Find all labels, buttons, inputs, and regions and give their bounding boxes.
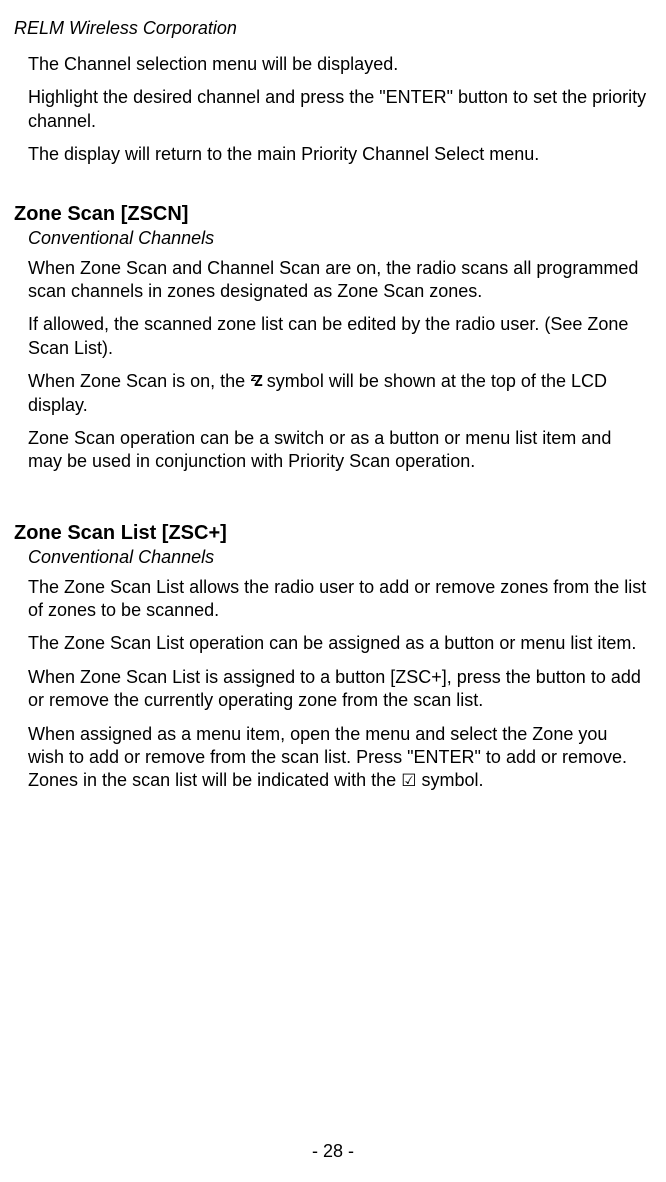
- zone-scan-p3a: When Zone Scan is on, the: [28, 371, 250, 391]
- zone-scan-list-p4a: When assigned as a menu item, open the m…: [28, 724, 627, 791]
- zone-scan-p3: When Zone Scan is on, the zZ symbol will…: [28, 370, 648, 417]
- page: RELM Wireless Corporation The Channel se…: [0, 0, 666, 1182]
- zone-scan-heading: Zone Scan [ZSCN]: [14, 203, 648, 226]
- intro-p1: The Channel selection menu will be displ…: [28, 53, 648, 76]
- checkbox-icon: ☑: [401, 771, 416, 790]
- zone-scan-sub: Conventional Channels: [28, 228, 648, 249]
- zone-scan-list-p3: When Zone Scan List is assigned to a but…: [28, 666, 648, 713]
- intro-p3: The display will return to the main Prio…: [28, 143, 648, 166]
- page-number: - 28 -: [0, 1141, 666, 1162]
- zone-scan-p1: When Zone Scan and Channel Scan are on, …: [28, 257, 648, 304]
- zone-scan-list-p4b: symbol.: [416, 770, 483, 790]
- zone-scan-list-p1: The Zone Scan List allows the radio user…: [28, 576, 648, 623]
- intro-p2: Highlight the desired channel and press …: [28, 86, 648, 133]
- zone-scan-list-heading: Zone Scan List [ZSC+]: [14, 522, 648, 545]
- zone-scan-list-p2: The Zone Scan List operation can be assi…: [28, 632, 648, 655]
- zone-scan-list-p4: When assigned as a menu item, open the m…: [28, 723, 648, 793]
- company-header: RELM Wireless Corporation: [14, 18, 648, 39]
- zone-scan-p2: If allowed, the scanned zone list can be…: [28, 313, 648, 360]
- zone-scan-list-sub: Conventional Channels: [28, 547, 648, 568]
- zone-scan-p4: Zone Scan operation can be a switch or a…: [28, 427, 648, 474]
- zz-icon: zZ: [250, 372, 262, 390]
